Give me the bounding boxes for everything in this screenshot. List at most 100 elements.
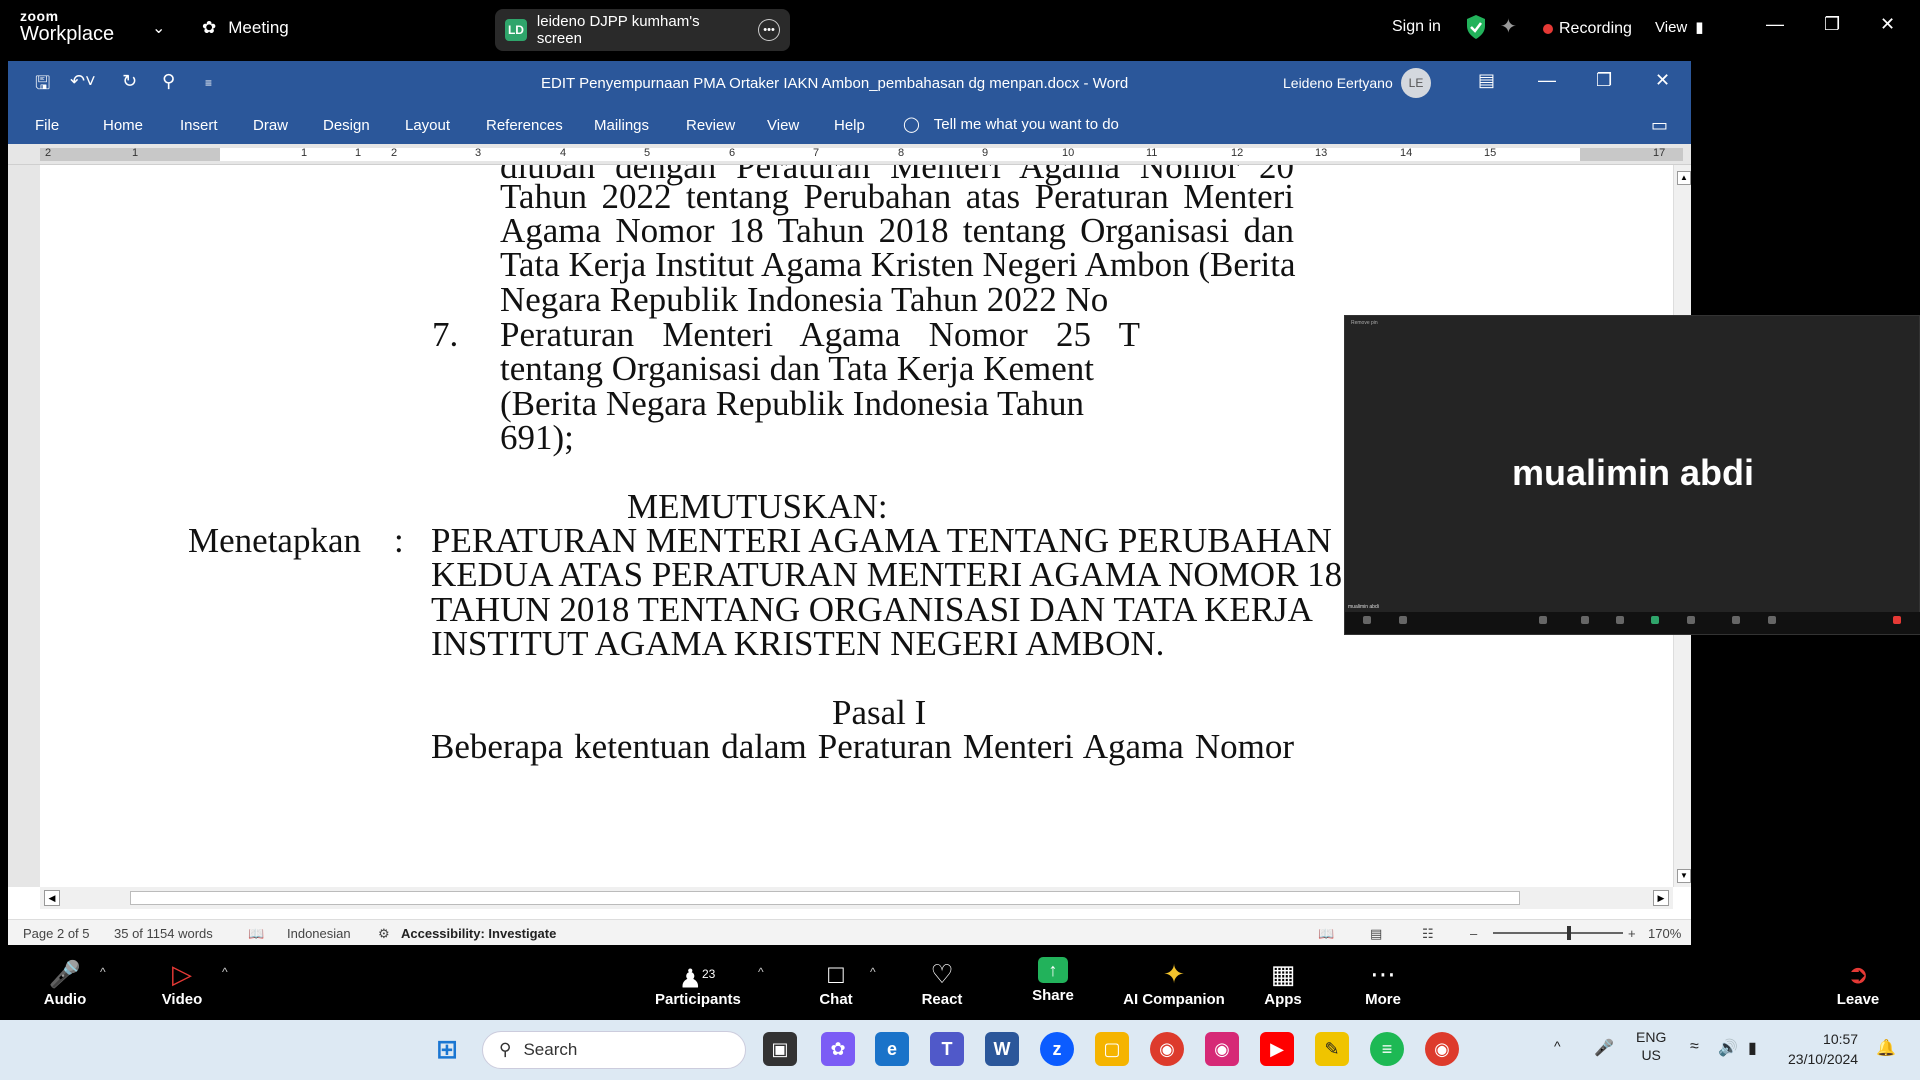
participants-options-icon[interactable]: ^: [758, 965, 764, 979]
horizontal-scrollbar[interactable]: ◀ ▶: [40, 887, 1673, 909]
proofing-icon[interactable]: 📖: [248, 926, 264, 942]
video-button[interactable]: ▷ Video: [153, 957, 211, 1008]
ribbon-display-icon[interactable]: ▤: [1478, 70, 1495, 91]
horizontal-scroll-thumb[interactable]: [130, 891, 1520, 905]
tab-design[interactable]: Design: [323, 117, 370, 134]
chat-options-icon[interactable]: ^: [870, 965, 876, 979]
ruler-number: 7: [813, 147, 820, 159]
teams-icon[interactable]: T: [930, 1032, 964, 1066]
word-close-icon[interactable]: ✕: [1655, 70, 1670, 91]
zoom-slider[interactable]: [1493, 926, 1623, 940]
taskbar-clock[interactable]: 10:57 23/10/2024: [1788, 1029, 1858, 1069]
zoom-out-icon[interactable]: –: [1470, 926, 1477, 941]
sign-in-button[interactable]: Sign in: [1392, 18, 1441, 36]
copilot-icon[interactable]: ✿: [821, 1032, 855, 1066]
word-app-icon[interactable]: W: [985, 1032, 1019, 1066]
scroll-right-icon[interactable]: ▶: [1653, 890, 1669, 906]
meeting-info-button[interactable]: ✿ Meeting: [202, 18, 289, 38]
participants-button[interactable]: ♟23 Participants: [655, 957, 741, 1008]
more-button[interactable]: ⋯ More: [1362, 957, 1404, 1008]
word-minimize-icon[interactable]: —: [1538, 70, 1556, 91]
apps-button[interactable]: ▦ Apps: [1262, 957, 1304, 1008]
chat-button[interactable]: □ Chat: [815, 957, 857, 1008]
comments-icon[interactable]: ▭: [1651, 115, 1668, 136]
tab-view[interactable]: View: [767, 117, 799, 134]
accessibility-status[interactable]: Accessibility: Investigate: [401, 926, 556, 941]
tray-overflow-icon[interactable]: ^: [1554, 1038, 1561, 1054]
react-button[interactable]: ♡ React: [918, 957, 966, 1008]
audio-button[interactable]: 🎤 Audio: [36, 957, 94, 1008]
battery-icon[interactable]: ▮: [1748, 1038, 1757, 1058]
chrome-profile-icon[interactable]: ◉: [1425, 1032, 1459, 1066]
tab-insert[interactable]: Insert: [180, 117, 218, 134]
video-options-icon[interactable]: ^: [222, 965, 228, 979]
volume-icon[interactable]: 🔊: [1718, 1038, 1738, 1058]
edge-icon[interactable]: e: [875, 1032, 909, 1066]
scroll-up-icon[interactable]: ▲: [1677, 171, 1691, 185]
taskbar-search[interactable]: ⚲ Search: [482, 1031, 746, 1069]
zoom-app-icon[interactable]: z: [1040, 1032, 1074, 1066]
print-layout-icon[interactable]: ▤: [1370, 926, 1382, 942]
task-view-icon[interactable]: ▣: [763, 1032, 797, 1066]
youtube-icon[interactable]: ▶: [1260, 1032, 1294, 1066]
tab-draw[interactable]: Draw: [253, 117, 288, 134]
page-count[interactable]: Page 2 of 5: [23, 926, 90, 941]
user-name[interactable]: Leideno Eertyano: [1283, 75, 1393, 91]
participant-video-tile[interactable]: Remove pin mualimin abdi mualimin abdi: [1344, 315, 1920, 635]
language-indicator[interactable]: Indonesian: [287, 926, 351, 941]
doc-line-partial: Beberapa ketentuan dalam Peraturan Mente…: [431, 727, 1294, 766]
web-layout-icon[interactable]: ☷: [1422, 926, 1434, 942]
read-mode-icon[interactable]: 📖: [1318, 926, 1334, 942]
close-icon[interactable]: ✕: [1880, 14, 1895, 35]
microphone-icon[interactable]: 🎤: [1594, 1038, 1614, 1058]
tab-file[interactable]: File: [35, 117, 59, 134]
tab-references[interactable]: References: [486, 117, 563, 134]
tell-me-search[interactable]: ◯ Tell me what you want to do: [903, 115, 1119, 134]
tab-help[interactable]: Help: [834, 117, 865, 134]
windows-start-icon[interactable]: ⊞: [430, 1032, 464, 1066]
customize-toolbar-icon[interactable]: ≡: [205, 76, 212, 90]
scroll-left-icon[interactable]: ◀: [44, 890, 60, 906]
instagram-icon[interactable]: ◉: [1205, 1032, 1239, 1066]
audio-options-icon[interactable]: ^: [100, 965, 106, 979]
shield-check-icon[interactable]: [1465, 14, 1487, 40]
ai-sparkle-icon[interactable]: ✦: [1500, 14, 1517, 39]
zoom-in-icon[interactable]: +: [1628, 926, 1636, 941]
tab-mailings[interactable]: Mailings: [594, 117, 649, 134]
file-explorer-icon[interactable]: ▢: [1095, 1032, 1129, 1066]
accessibility-icon: ⚙: [378, 926, 390, 941]
word-count[interactable]: 35 of 1154 words: [114, 926, 213, 941]
tab-review[interactable]: Review: [686, 117, 735, 134]
chevron-down-icon[interactable]: ⌄: [152, 18, 165, 38]
ruler-number: 10: [1062, 147, 1075, 159]
autosave-icon[interactable]: 🖫: [35, 71, 50, 101]
restore-icon[interactable]: ❐: [1824, 14, 1840, 35]
ai-companion-button[interactable]: ✦ AI Companion: [1122, 957, 1226, 1008]
doc-line: tentang Organisasi dan Tata Kerja Kement: [500, 349, 1094, 388]
notification-bell-icon[interactable]: 🔔: [1876, 1038, 1896, 1058]
leave-button[interactable]: ➲ Leave: [1835, 957, 1881, 1008]
spotify-icon[interactable]: ≡: [1370, 1032, 1404, 1066]
view-button[interactable]: View ▮: [1655, 18, 1704, 37]
find-icon[interactable]: ⚲: [162, 71, 175, 92]
redo-icon[interactable]: ↻: [122, 71, 137, 92]
user-avatar[interactable]: LE: [1401, 68, 1431, 98]
share-button[interactable]: ↑ Share: [1028, 957, 1078, 1004]
chrome-icon[interactable]: ◉: [1150, 1032, 1184, 1066]
zoom-slider-knob[interactable]: [1567, 926, 1571, 940]
wifi-icon[interactable]: ≈: [1690, 1038, 1699, 1056]
tab-home[interactable]: Home: [103, 117, 143, 134]
horizontal-ruler[interactable]: 2 1 1 1 2 3 4 5 6 7 8 9 10 11 12 13 14 1…: [8, 144, 1691, 165]
zoom-percentage[interactable]: 170%: [1648, 926, 1681, 941]
zoom-brand-line1: zoom: [20, 8, 59, 24]
more-options-icon[interactable]: •••: [758, 19, 780, 41]
tab-layout[interactable]: Layout: [405, 117, 450, 134]
word-restore-icon[interactable]: ❐: [1596, 70, 1612, 91]
language-switcher[interactable]: ENG US: [1636, 1028, 1666, 1064]
undo-icon[interactable]: ↶˅: [70, 71, 96, 92]
screen-share-indicator[interactable]: LD leideno DJPP kumham's screen •••: [495, 9, 790, 51]
sticky-notes-icon[interactable]: ✎: [1315, 1032, 1349, 1066]
recording-indicator[interactable]: Recording: [1543, 20, 1632, 38]
scroll-down-icon[interactable]: ▼: [1677, 869, 1691, 883]
minimize-icon[interactable]: —: [1766, 14, 1784, 35]
